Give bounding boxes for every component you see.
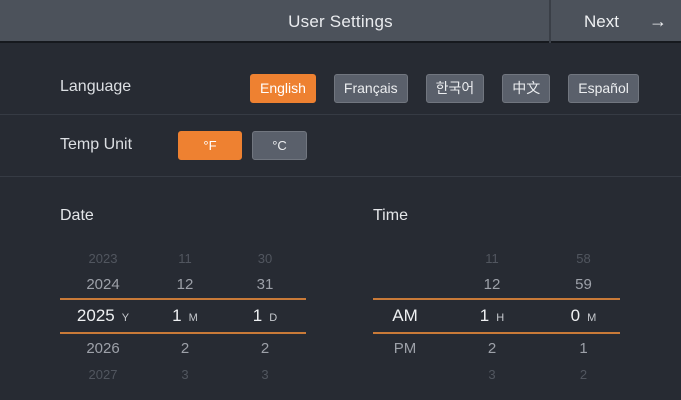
temp-unit-option-celsius[interactable]: °C xyxy=(252,131,307,160)
date-day-value: 31 xyxy=(256,275,274,293)
language-option-korean[interactable]: 한국어 xyxy=(425,74,485,103)
time-hour-value: 1 xyxy=(479,306,490,325)
time-meridiem-cell[interactable]: AM xyxy=(373,306,437,326)
date-month-cell[interactable]: 11 xyxy=(146,251,224,266)
date-row[interactable]: 2023 11 30 xyxy=(60,246,306,270)
section-divider xyxy=(0,176,681,177)
time-minute-unit-label: M xyxy=(587,312,597,324)
date-month-value: 12 xyxy=(176,275,194,293)
date-day-value: 1 xyxy=(252,306,263,325)
time-hour-cell[interactable]: 11 xyxy=(437,251,547,266)
time-minute-cell[interactable]: 59 xyxy=(547,276,620,293)
date-month-cell[interactable]: 12 xyxy=(146,276,224,293)
time-hour-cell[interactable]: 3 xyxy=(437,367,547,382)
time-section-title: Time xyxy=(373,207,408,224)
time-minute-value: 59 xyxy=(575,275,592,293)
language-option-espanol[interactable]: Español xyxy=(568,74,639,103)
date-year-cell[interactable]: 2023 xyxy=(60,251,146,266)
date-picker-wheel[interactable]: 2023 11 30 2024 12 31 2025 Y 1 M 1 D 2026 2 2 2027 3 3 xyxy=(60,246,306,386)
time-hour-value: 11 xyxy=(485,250,499,266)
date-year-cell[interactable]: 2026 xyxy=(60,340,146,357)
date-row-selected[interactable]: 2025 Y 1 M 1 D xyxy=(60,298,306,334)
time-row-selected[interactable]: AM 1 H 0 M xyxy=(373,298,620,334)
language-option-english[interactable]: English xyxy=(250,74,316,103)
date-month-cell[interactable]: 3 xyxy=(146,367,224,382)
date-year-cell[interactable]: 2025 Y xyxy=(60,306,146,326)
time-minute-cell[interactable]: 2 xyxy=(547,367,620,382)
date-day-value: 30 xyxy=(257,250,273,266)
date-day-cell[interactable]: 2 xyxy=(224,340,306,357)
date-month-value: 2 xyxy=(180,339,190,357)
date-day-cell[interactable]: 30 xyxy=(224,251,306,266)
date-year-unit-label: Y xyxy=(121,312,130,324)
time-minute-value: 2 xyxy=(579,366,588,382)
time-hour-value: 2 xyxy=(487,339,497,357)
date-row[interactable]: 2026 2 2 xyxy=(60,334,306,362)
date-section-title: Date xyxy=(60,207,94,224)
time-meridiem-cell[interactable]: PM xyxy=(373,340,437,357)
date-day-cell[interactable]: 1D xyxy=(224,306,306,326)
header: User Settings Next → xyxy=(0,0,681,43)
next-button-label: Next xyxy=(584,11,619,31)
date-year-value: 2023 xyxy=(88,250,118,266)
language-label: Language xyxy=(60,78,132,95)
date-year-cell[interactable]: 2027 xyxy=(60,367,146,382)
date-year-value: 2026 xyxy=(86,339,120,357)
date-day-cell[interactable]: 31 xyxy=(224,276,306,293)
language-button-group: English Français 한국어 中文 Español xyxy=(250,74,639,103)
temp-unit-button-group: °F °C xyxy=(178,131,307,160)
time-row[interactable]: 11 58 xyxy=(373,246,620,270)
time-hour-cell[interactable]: 12 xyxy=(437,276,547,293)
date-year-value: 2025 xyxy=(76,306,115,325)
time-minute-cell[interactable]: 1 xyxy=(547,340,620,357)
row-divider xyxy=(0,114,681,115)
date-month-value: 3 xyxy=(181,366,189,382)
time-row[interactable]: PM 2 1 xyxy=(373,334,620,362)
time-minute-value: 58 xyxy=(576,250,591,266)
language-option-francais[interactable]: Français xyxy=(333,74,408,103)
date-month-value: 1 xyxy=(172,306,182,325)
time-meridiem-value: PM xyxy=(393,339,417,357)
time-hour-cell[interactable]: 2 xyxy=(437,340,547,357)
time-row[interactable]: 12 59 xyxy=(373,270,620,298)
temp-unit-option-fahrenheit[interactable]: °F xyxy=(178,131,242,160)
date-day-value: 2 xyxy=(260,339,270,357)
time-minute-value: 0 xyxy=(570,306,581,325)
time-row[interactable]: 32 xyxy=(373,362,620,386)
time-hour-cell[interactable]: 1H xyxy=(437,306,547,326)
date-month-unit-label: M xyxy=(188,312,198,324)
time-hour-unit-label: H xyxy=(496,312,505,324)
language-option-chinese[interactable]: 中文 xyxy=(502,74,551,103)
time-hour-value: 3 xyxy=(488,366,496,382)
date-month-cell[interactable]: 1M xyxy=(146,306,224,326)
user-settings-screen: User Settings Next → Language English Fra… xyxy=(0,0,681,400)
time-picker-wheel[interactable]: 11 58 12 59 AM 1 H 0 M PM 2 1 3 2 xyxy=(373,246,620,386)
arrow-right-icon: → xyxy=(649,11,667,31)
date-row[interactable]: 2027 3 3 xyxy=(60,362,306,386)
date-year-value: 2027 xyxy=(88,366,118,382)
time-meridiem-value: AM xyxy=(392,306,418,325)
date-year-cell[interactable]: 2024 xyxy=(60,276,146,293)
date-month-cell[interactable]: 2 xyxy=(146,340,224,357)
date-month-value: 11 xyxy=(178,250,192,266)
time-hour-value: 12 xyxy=(483,275,501,293)
temp-unit-label: Temp Unit xyxy=(60,136,133,153)
time-minute-cell[interactable]: 58 xyxy=(547,251,620,266)
date-day-cell[interactable]: 3 xyxy=(224,367,306,382)
date-day-unit-label: D xyxy=(269,312,278,324)
date-year-value: 2024 xyxy=(86,275,120,293)
time-minute-value: 1 xyxy=(579,339,588,357)
time-minute-cell[interactable]: 0M xyxy=(547,306,620,326)
date-day-value: 3 xyxy=(261,366,269,382)
date-row[interactable]: 2024 12 31 xyxy=(60,270,306,298)
next-button[interactable]: Next → xyxy=(549,0,681,43)
